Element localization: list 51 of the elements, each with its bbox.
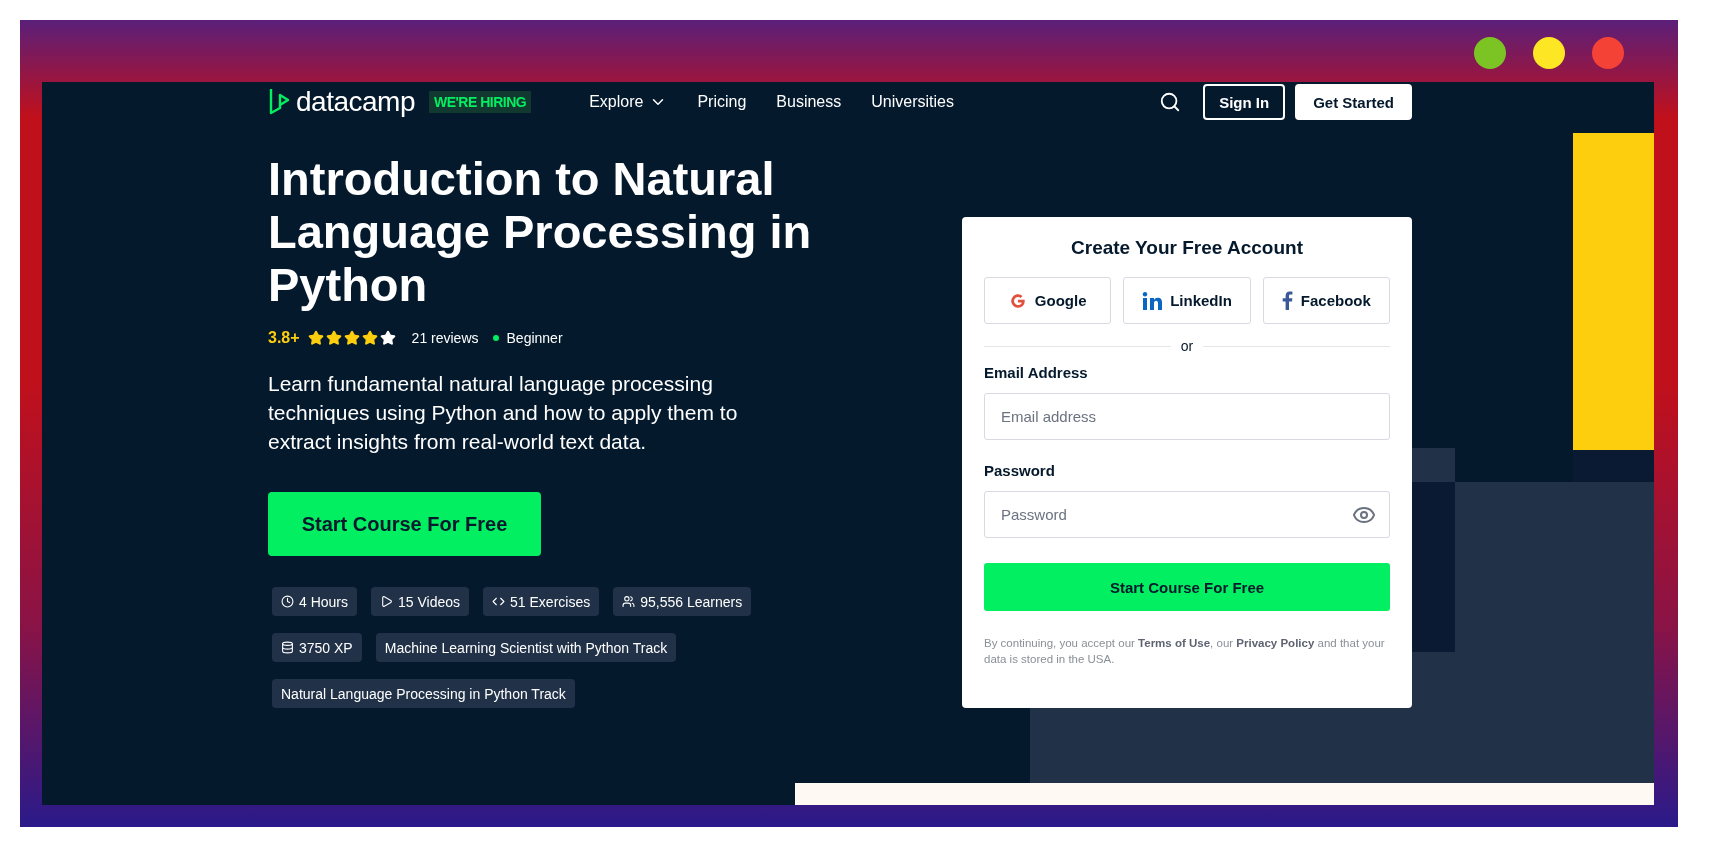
email-field[interactable]: Email address <box>984 393 1390 440</box>
social-login-button[interactable]: Google <box>984 277 1112 324</box>
star-icon <box>307 330 324 346</box>
star-icon <box>343 330 360 346</box>
play-icon <box>380 595 394 608</box>
google-icon <box>1008 291 1027 310</box>
logo-text[interactable]: datacamp <box>296 86 415 118</box>
nav-link[interactable]: Universities <box>871 93 954 111</box>
reviews-count[interactable]: 21 reviews <box>411 330 479 346</box>
search-icon[interactable] <box>1159 91 1182 113</box>
level-dot <box>492 335 499 341</box>
get-started-button[interactable]: Get Started <box>1295 84 1412 120</box>
submit-button[interactable]: Start Course For Free <box>984 563 1390 611</box>
course-stat-tag: 4 Hours <box>272 587 358 616</box>
window-control-dot[interactable] <box>1474 37 1506 69</box>
nav-link[interactable]: Explore <box>589 93 668 111</box>
course-stat-tag: 95,556 Learners <box>613 587 752 616</box>
facebook-icon <box>1281 291 1293 310</box>
course-stat-tag: 15 Videos <box>371 587 470 616</box>
legal-text: By continuing, you accept our Terms of Use, our Privacy Policy and that your data is stored in the USA. <box>984 636 1386 667</box>
logo-icon <box>268 87 290 117</box>
start-course-button[interactable]: Start Course For Free <box>268 492 541 556</box>
course-stat-tag: 3750 XP <box>272 633 362 662</box>
clock-icon <box>281 595 294 608</box>
social-login-button[interactable]: LinkedIn <box>1123 277 1251 324</box>
course-title: Introduction to Natural Language Processing in Python <box>268 152 813 311</box>
course-stat-tag[interactable]: Machine Learning Scientist with Python Track <box>375 633 677 662</box>
sign-in-button[interactable]: Sign In <box>1203 84 1286 120</box>
course-description: Learn fundamental natural language processing techniques using Python and how to apply them to extract insights from real-world text data. <box>268 371 739 455</box>
code-icon <box>492 595 506 608</box>
course-stat-tag[interactable]: Natural Language Processing in Python Track <box>272 679 575 708</box>
field-label: Email Address <box>984 364 1089 381</box>
social-login-button[interactable]: Facebook <box>1262 277 1390 324</box>
rating-value: 3.8+ <box>268 329 300 347</box>
level-label: Beginner <box>506 330 563 346</box>
star-icon <box>325 330 342 346</box>
divider-text: or <box>1180 338 1194 354</box>
star-icon <box>379 330 396 346</box>
nav-link[interactable]: Pricing <box>697 93 747 111</box>
field-label: Password <box>984 462 1056 479</box>
hiring-badge[interactable]: WE'RE HIRING <box>428 91 532 113</box>
nav-link[interactable]: Business <box>776 93 842 111</box>
users-icon <box>622 595 636 608</box>
window-control-dot[interactable] <box>1592 37 1624 69</box>
window-control-dot[interactable] <box>1533 37 1565 69</box>
card-title: Create Your Free Account <box>1070 237 1304 259</box>
course-stat-tag: 51 Exercises <box>483 587 600 616</box>
database-icon <box>281 641 294 654</box>
password-field[interactable]: Password <box>984 491 1390 538</box>
linkedin-icon <box>1142 291 1163 310</box>
star-icon <box>361 330 378 346</box>
